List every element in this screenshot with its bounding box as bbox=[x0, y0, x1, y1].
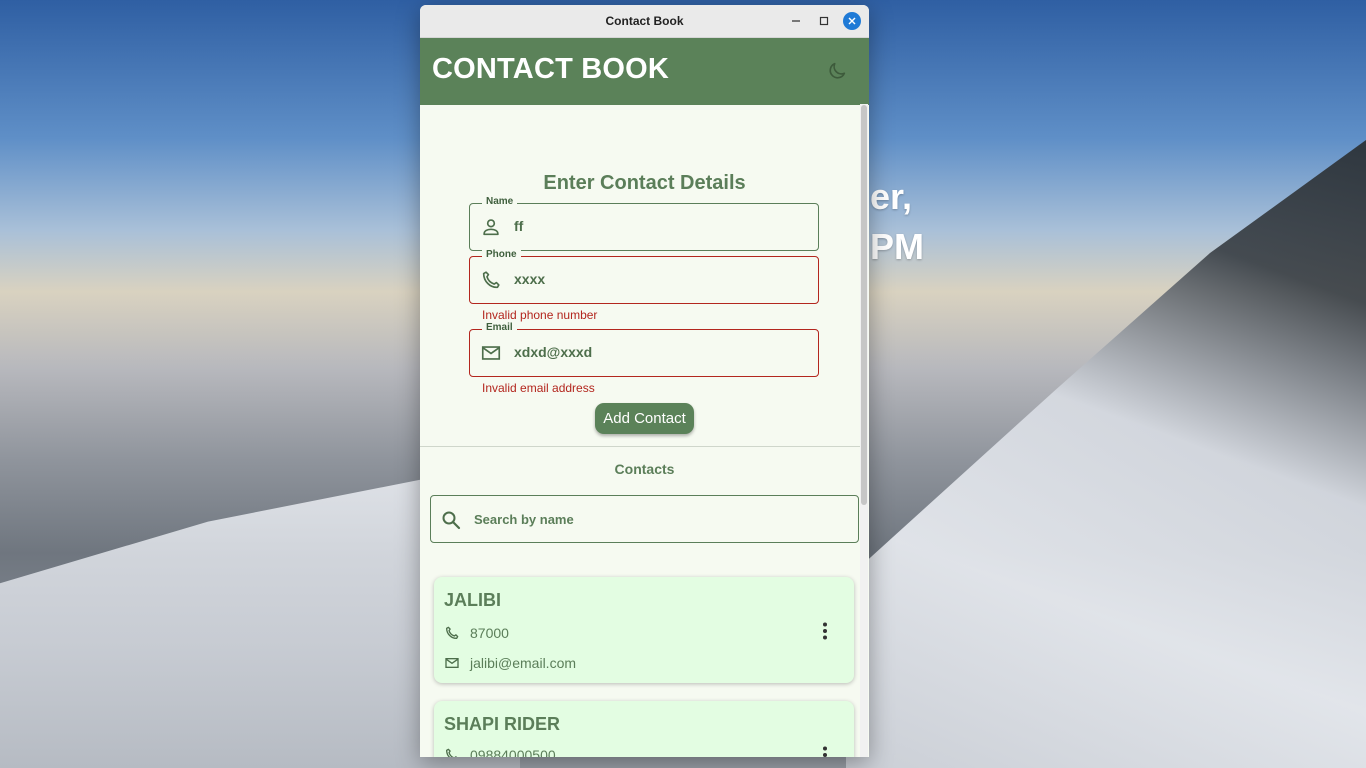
email-error-text: Invalid email address bbox=[482, 381, 595, 395]
contact-phone-row: 87000 bbox=[444, 625, 509, 641]
name-field-label: Name bbox=[482, 196, 518, 207]
search-input[interactable]: Search by name bbox=[430, 495, 859, 543]
close-icon bbox=[848, 17, 856, 25]
contacts-title: Contacts bbox=[614, 461, 675, 477]
desktop-greeting-text: er, bbox=[870, 176, 913, 217]
contact-name: JALIBI bbox=[444, 590, 502, 610]
more-vert-icon[interactable] bbox=[815, 745, 835, 757]
window-title: Contact Book bbox=[605, 14, 684, 28]
phone-icon bbox=[482, 271, 500, 289]
email-field-value: xdxd@xxxd bbox=[514, 344, 593, 360]
background-mountain bbox=[846, 140, 1366, 768]
app-title: CONTACT BOOK bbox=[432, 53, 670, 85]
name-field-value: ff bbox=[514, 218, 524, 234]
app-bar: CONTACT BOOK bbox=[420, 38, 869, 105]
contact-name: SHAPI RIDER bbox=[444, 714, 561, 734]
mail-icon bbox=[481, 346, 501, 360]
minimize-button[interactable] bbox=[787, 12, 805, 30]
contact-phone-row: 09884000500 bbox=[444, 747, 556, 757]
mail-icon bbox=[445, 658, 459, 668]
contact-email: jalibi@email.com bbox=[470, 655, 577, 671]
phone-field-label: Phone bbox=[482, 249, 521, 260]
maximize-icon bbox=[819, 16, 829, 26]
contact-phone: 87000 bbox=[470, 625, 509, 641]
person-icon bbox=[483, 219, 499, 236]
email-field-label: Email bbox=[482, 322, 517, 333]
phone-field-value: xxxx bbox=[514, 271, 546, 287]
title-bar: Contact Book bbox=[420, 5, 869, 38]
close-button[interactable] bbox=[843, 12, 861, 30]
contact-email-row: jalibi@email.com bbox=[444, 655, 576, 671]
search-placeholder: Search by name bbox=[474, 512, 574, 527]
add-contact-button[interactable]: Add Contact bbox=[595, 403, 694, 434]
phone-field[interactable]: Phone xxxx bbox=[469, 249, 819, 304]
name-field[interactable]: Name ff bbox=[469, 196, 819, 251]
more-vert-icon[interactable] bbox=[815, 621, 835, 641]
contact-card[interactable]: SHAPI RIDER 09884000500 bbox=[434, 701, 854, 757]
app-window: Contact Book CONTACT BOOK Enter Contact … bbox=[420, 5, 869, 757]
moon-icon[interactable] bbox=[826, 60, 848, 82]
contact-phone: 09884000500 bbox=[470, 747, 556, 757]
contact-card[interactable]: JALIBI 87000 jalibi@email.com bbox=[434, 577, 854, 683]
email-field[interactable]: Email xdxd@xxxd bbox=[469, 322, 819, 377]
phone-icon bbox=[446, 626, 459, 639]
phone-error-text: Invalid phone number bbox=[482, 308, 598, 322]
phone-icon bbox=[446, 748, 458, 757]
form-title: Enter Contact Details bbox=[543, 172, 746, 194]
desktop-time-text: PM bbox=[870, 226, 924, 267]
maximize-button[interactable] bbox=[815, 12, 833, 30]
scrollbar-thumb[interactable] bbox=[861, 105, 867, 505]
search-icon bbox=[442, 511, 461, 530]
minimize-icon bbox=[792, 20, 800, 22]
section-divider bbox=[420, 446, 860, 447]
